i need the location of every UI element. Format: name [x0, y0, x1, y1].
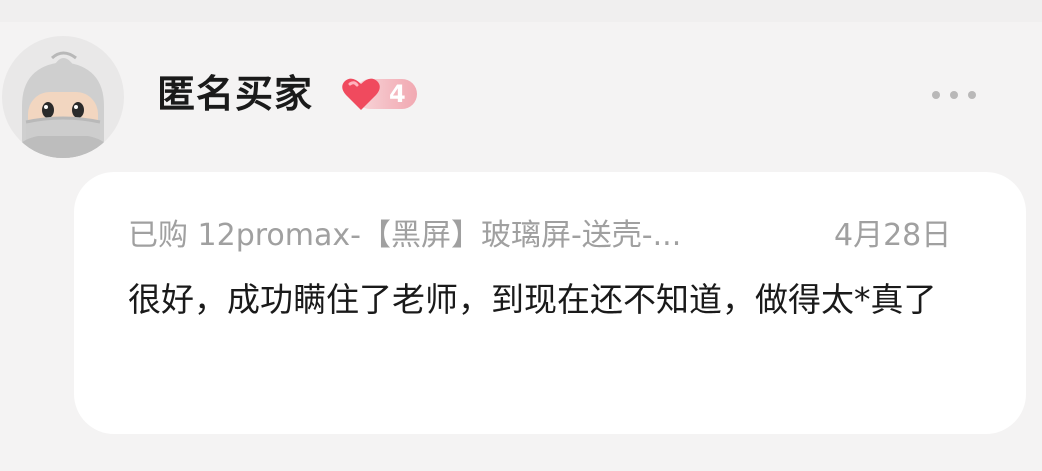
anonymous-avatar-icon	[12, 51, 114, 158]
username[interactable]: 匿名买家	[157, 68, 313, 120]
level-number: 4	[389, 80, 406, 108]
purchased-product[interactable]: 已购 12promax-【黑屏】玻璃屏-送壳-...	[128, 212, 808, 260]
more-dots-icon	[968, 91, 976, 99]
more-dots-icon	[932, 91, 940, 99]
review-text: 很好，成功瞒住了老师，到现在还不知道，做得太*真了	[128, 280, 937, 319]
top-divider	[0, 0, 1042, 22]
review-date: 4月28日	[834, 218, 952, 253]
user-level-badge: 4	[341, 76, 419, 112]
avatar[interactable]	[2, 36, 124, 158]
heart-icon	[342, 78, 380, 110]
more-options-button[interactable]	[926, 80, 982, 110]
more-dots-icon	[950, 91, 958, 99]
purchase-info: 已购 12promax-【黑屏】玻璃屏-送壳-... 4月28日	[128, 212, 978, 260]
